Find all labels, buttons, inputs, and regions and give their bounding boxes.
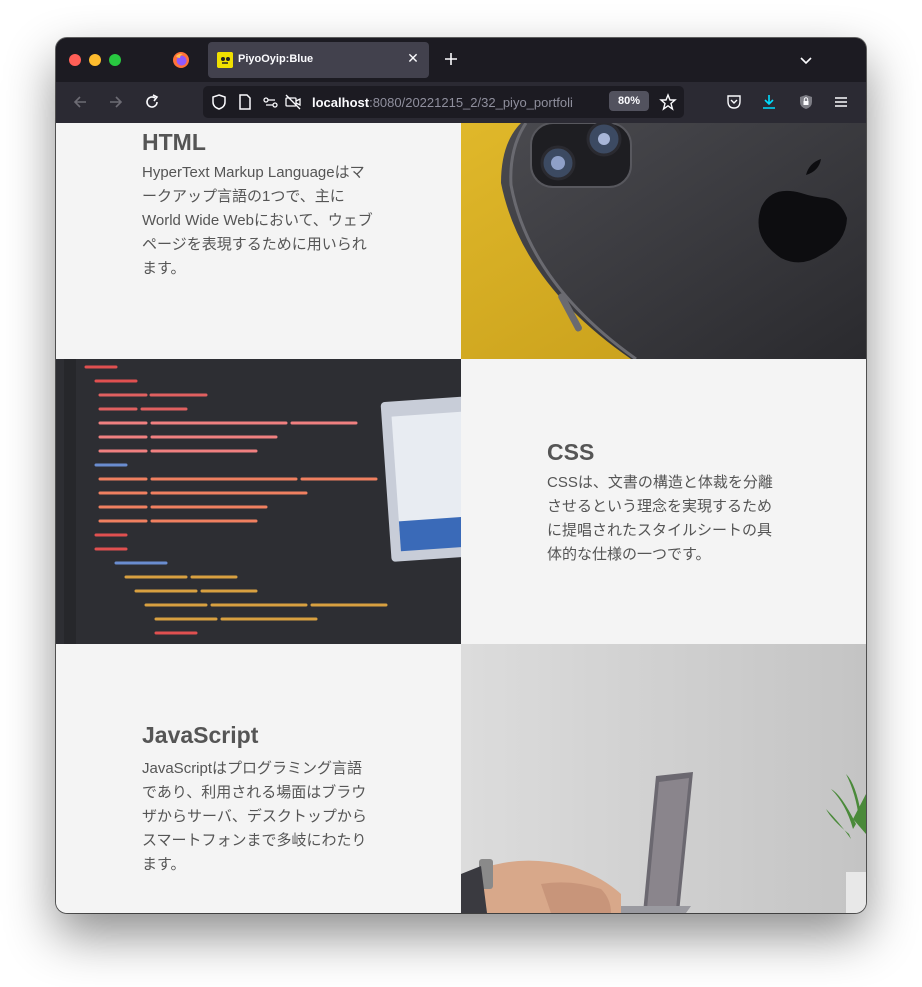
reload-icon[interactable] — [143, 93, 161, 111]
window-maximize-button[interactable] — [109, 54, 121, 66]
piyo-favicon-icon — [217, 52, 233, 68]
tab-bar: PiyoOyip:Blue ✕ — [56, 38, 866, 82]
section-description: CSSは、文書の構造と体裁を分離させるという理念を実現するために提唱されたスタイ… — [547, 474, 773, 563]
laptop-image — [461, 644, 866, 913]
window-minimize-button[interactable] — [89, 54, 101, 66]
shield-icon[interactable] — [210, 93, 228, 111]
url-host: localhost — [312, 95, 370, 110]
page-content: HTML HyperText Markup Languageはマークアップ言語の… — [56, 123, 866, 913]
pocket-icon[interactable] — [725, 93, 743, 111]
section-title: HTML — [142, 129, 206, 155]
url-fade — [573, 86, 609, 118]
section-title: JavaScript — [142, 722, 259, 748]
section-html: HTML HyperText Markup Languageはマークアップ言語の… — [56, 123, 866, 359]
section-text-javascript: JavaScript JavaScriptはプログラミング言語であり、利用される… — [56, 644, 461, 913]
tab-title: PiyoOyip:Blue — [238, 53, 314, 65]
camera-blocked-icon[interactable] — [284, 93, 302, 111]
zoom-level-button[interactable]: 80% — [609, 91, 649, 111]
download-icon[interactable] — [760, 93, 778, 111]
tab-active[interactable]: PiyoOyip:Blue ✕ — [208, 42, 429, 78]
chevron-down-icon[interactable] — [798, 52, 814, 68]
url-text[interactable]: localhost:8080/20221215_2/32_piyo_portfo… — [312, 95, 573, 110]
section-description: HyperText Markup Languageはマークアップ言語の1つで、主… — [142, 164, 373, 277]
code-image — [56, 359, 461, 644]
forward-icon[interactable] — [107, 93, 125, 111]
page-icon[interactable] — [236, 93, 254, 111]
section-description: JavaScriptはプログラミング言語であり、利用される場面はブラウザからサー… — [142, 760, 367, 873]
section-text-css: CSS CSSは、文書の構造と体裁を分離させるという理念を実現するために提唱され… — [461, 359, 866, 644]
bookmark-star-icon[interactable] — [659, 93, 677, 111]
url-bar[interactable]: localhost:8080/20221215_2/32_piyo_portfo… — [203, 86, 684, 118]
phone-image — [461, 123, 866, 359]
permissions-icon[interactable] — [262, 93, 280, 111]
browser-window: PiyoOyip:Blue ✕ localhost:8080/20221215_… — [56, 38, 866, 913]
new-tab-icon[interactable] — [442, 50, 460, 68]
section-title: CSS — [547, 439, 595, 465]
back-icon[interactable] — [71, 93, 89, 111]
firefox-icon[interactable] — [172, 51, 190, 69]
section-css: CSS CSSは、文書の構造と体裁を分離させるという理念を実現するために提唱され… — [56, 359, 866, 644]
section-text-html: HTML HyperText Markup Languageはマークアップ言語の… — [56, 123, 461, 359]
tab-close-icon[interactable]: ✕ — [406, 51, 420, 65]
section-javascript: JavaScript JavaScriptはプログラミング言語であり、利用される… — [56, 644, 866, 913]
menu-icon[interactable] — [832, 93, 850, 111]
extension-lock-icon[interactable] — [797, 93, 815, 111]
url-path: :8080/20221215_2/32_piyo_portfoli — [369, 95, 573, 110]
window-close-button[interactable] — [69, 54, 81, 66]
navigation-toolbar: localhost:8080/20221215_2/32_piyo_portfo… — [56, 82, 866, 123]
